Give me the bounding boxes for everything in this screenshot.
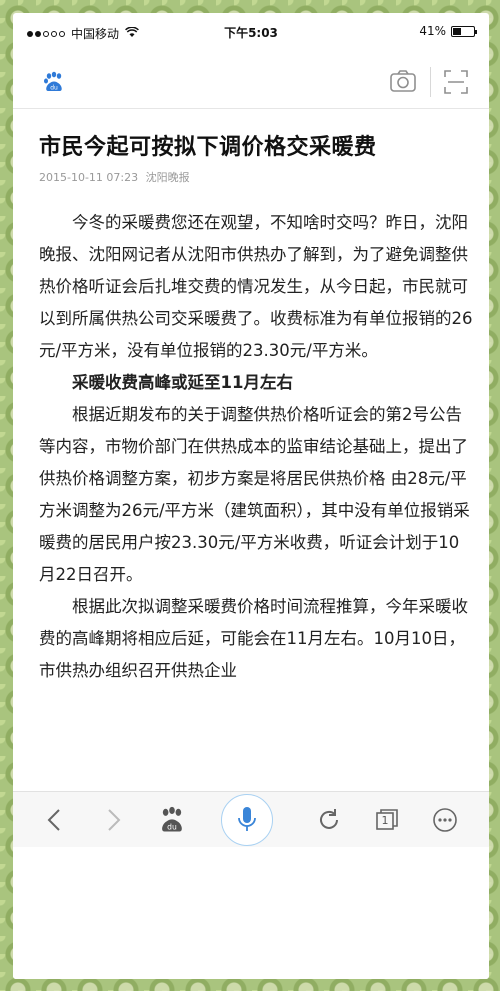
tabs-count: 1	[381, 814, 389, 827]
more-icon[interactable]	[431, 806, 459, 834]
tabs-button[interactable]: 1	[373, 806, 401, 834]
refresh-icon[interactable]	[315, 806, 343, 834]
article-meta: 2015-10-11 07:23 沈阳晚报	[39, 169, 475, 185]
article-date: 2015-10-11 07:23	[39, 171, 139, 184]
search-bar[interactable]: du	[13, 53, 489, 109]
article-title: 市民今起可按拟下调价格交采暖费	[39, 135, 377, 160]
back-arrow-icon[interactable]	[41, 806, 69, 834]
status-bar: 中国移动 下午5:03 41%	[13, 13, 489, 49]
svg-text:du: du	[167, 823, 177, 832]
forward-arrow-icon[interactable]	[99, 806, 127, 834]
svg-text:du: du	[50, 85, 58, 92]
paragraph: 今冬的采暖费您还在观望，不知啥时交吗？昨日，沈阳晚报、沈阳网记者从沈阳市供热办了…	[39, 213, 473, 360]
battery-icon	[451, 25, 477, 37]
voice-search-button[interactable]	[221, 794, 273, 846]
bottom-toolbar: du 1	[13, 791, 489, 847]
toolbar-divider	[430, 67, 431, 97]
empty-area	[13, 847, 489, 979]
article: 市民今起可按拟下调价格交采暖费 2015-10-11 07:23 沈阳晚报 今冬…	[39, 133, 475, 687]
battery-info: 41%	[419, 24, 477, 38]
article-source: 沈阳晚报	[145, 171, 190, 184]
microphone-icon	[237, 806, 257, 838]
clock: 下午5:03	[224, 26, 278, 40]
camera-icon[interactable]	[389, 69, 417, 93]
baidu-paw-icon[interactable]: du	[43, 71, 65, 93]
paragraph: 根据此次拟调整采暖费价格时间流程推算，今年采暖收费的高峰期将相应后延，可能会在1…	[39, 597, 468, 680]
article-body: 今冬的采暖费您还在观望，不知啥时交吗？昨日，沈阳晚报、沈阳网记者从沈阳市供热办了…	[39, 207, 475, 687]
battery-percent: 41%	[419, 24, 446, 38]
phone-screen: 中国移动 下午5:03 41% du 市民今起可按拟下调价格交采暖费 2015-…	[13, 13, 489, 979]
paragraph: 根据近期发布的关于调整供热价格听证会的第2号公告等内容，市物价部门在供热成本的监…	[39, 405, 470, 584]
baidu-home-icon[interactable]: du	[158, 806, 186, 834]
subheading: 采暖收费高峰或延至11月左右	[72, 373, 293, 392]
scan-icon[interactable]	[443, 69, 469, 95]
